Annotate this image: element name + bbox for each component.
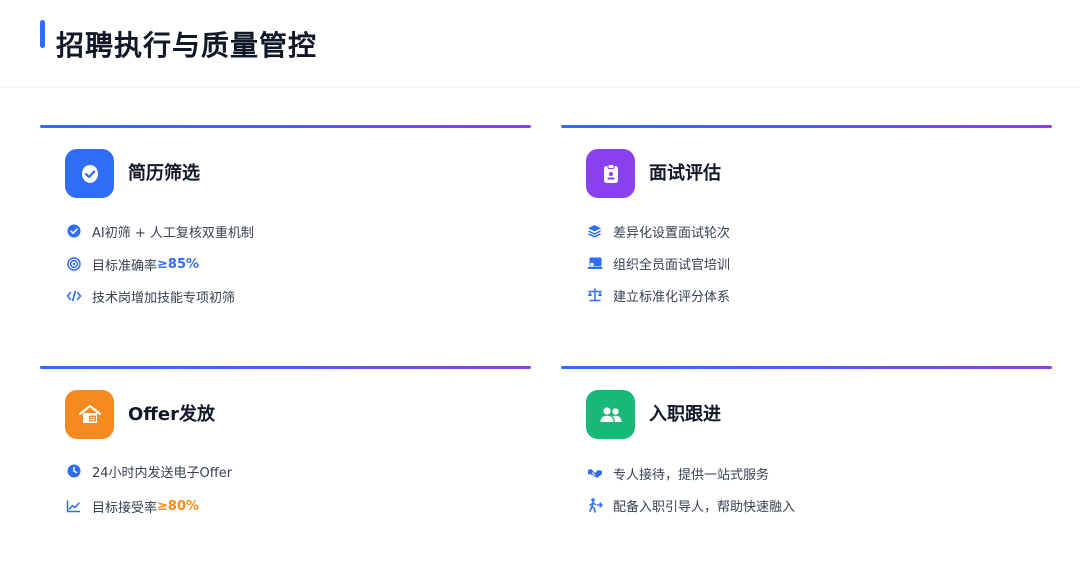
list-item: AI初筛 + 人工复核双重机制 [65,221,254,241]
title-accent-bar [40,20,45,48]
clock-icon [65,463,82,480]
page-header: 招聘执行与质量管控 [0,0,1080,88]
list-item: 目标接受率 ≥80% [65,496,199,516]
list-item: 建立标准化评分体系 [586,285,730,305]
walking-person-icon [586,497,603,514]
layers-icon [586,223,603,240]
card-resume-screening: 简历筛选 AI初筛 + 人工复核双重机制 目标准确率 ≥85% 技术岗增加技能专项… [40,125,531,325]
card-top-line [40,125,531,128]
card-title: 面试评估 [649,163,721,184]
list-item: 目标准确率 ≥85% [65,254,199,274]
item-highlight: ≥80% [157,498,200,514]
item-text: 目标准确率 [92,258,158,274]
item-text: 24小时内发送电子Offer [92,465,233,481]
list-item: 专人接待，提供一站式服务 [586,463,769,483]
list-item: 技术岗增加技能专项初筛 [65,286,235,306]
card-interview-evaluation: 面试评估 差异化设置面试轮次 组织全员面试官培训 建立标准化评分体系 [561,125,1052,325]
trend-icon [65,498,82,515]
card-onboarding: 入职跟进 专人接待，提供一站式服务 配备入职引导人，帮助快速融入 [561,366,1052,566]
item-highlight: ≥85% [157,256,200,272]
card-top-line [561,125,1052,128]
card-title: 简历筛选 [128,163,200,184]
item-text: 差异化设置面试轮次 [613,225,731,241]
users-icon [586,390,635,439]
card-top-line [561,366,1052,369]
training-icon [586,255,603,272]
item-text: 技术岗增加技能专项初筛 [92,290,236,306]
list-item: 差异化设置面试轮次 [586,221,730,241]
item-text: 专人接待，提供一站式服务 [613,467,770,483]
card-top-line [40,366,531,369]
item-text: 目标接受率 [92,500,158,516]
item-text: 组织全员面试官培训 [613,257,731,273]
scale-icon [586,287,603,304]
check-badge-icon [65,149,114,198]
item-text: 建立标准化评分体系 [613,289,731,305]
page-title: 招聘执行与质量管控 [56,29,318,62]
code-icon [65,288,82,305]
list-item: 24小时内发送电子Offer [65,461,232,481]
offer-house-icon [65,390,114,439]
clipboard-icon [586,149,635,198]
handshake-icon [586,465,603,482]
list-item: 配备入职引导人，帮助快速融入 [586,495,795,515]
item-text: AI初筛 + 人工复核双重机制 [92,225,254,241]
card-offer: Offer发放 24小时内发送电子Offer 目标接受率 ≥80% [40,366,531,566]
card-title: 入职跟进 [649,404,721,425]
list-item: 组织全员面试官培训 [586,253,730,273]
item-text: 配备入职引导人，帮助快速融入 [613,499,796,515]
card-title: Offer发放 [128,404,215,425]
check-circle-icon [65,223,82,240]
target-icon [65,256,82,273]
